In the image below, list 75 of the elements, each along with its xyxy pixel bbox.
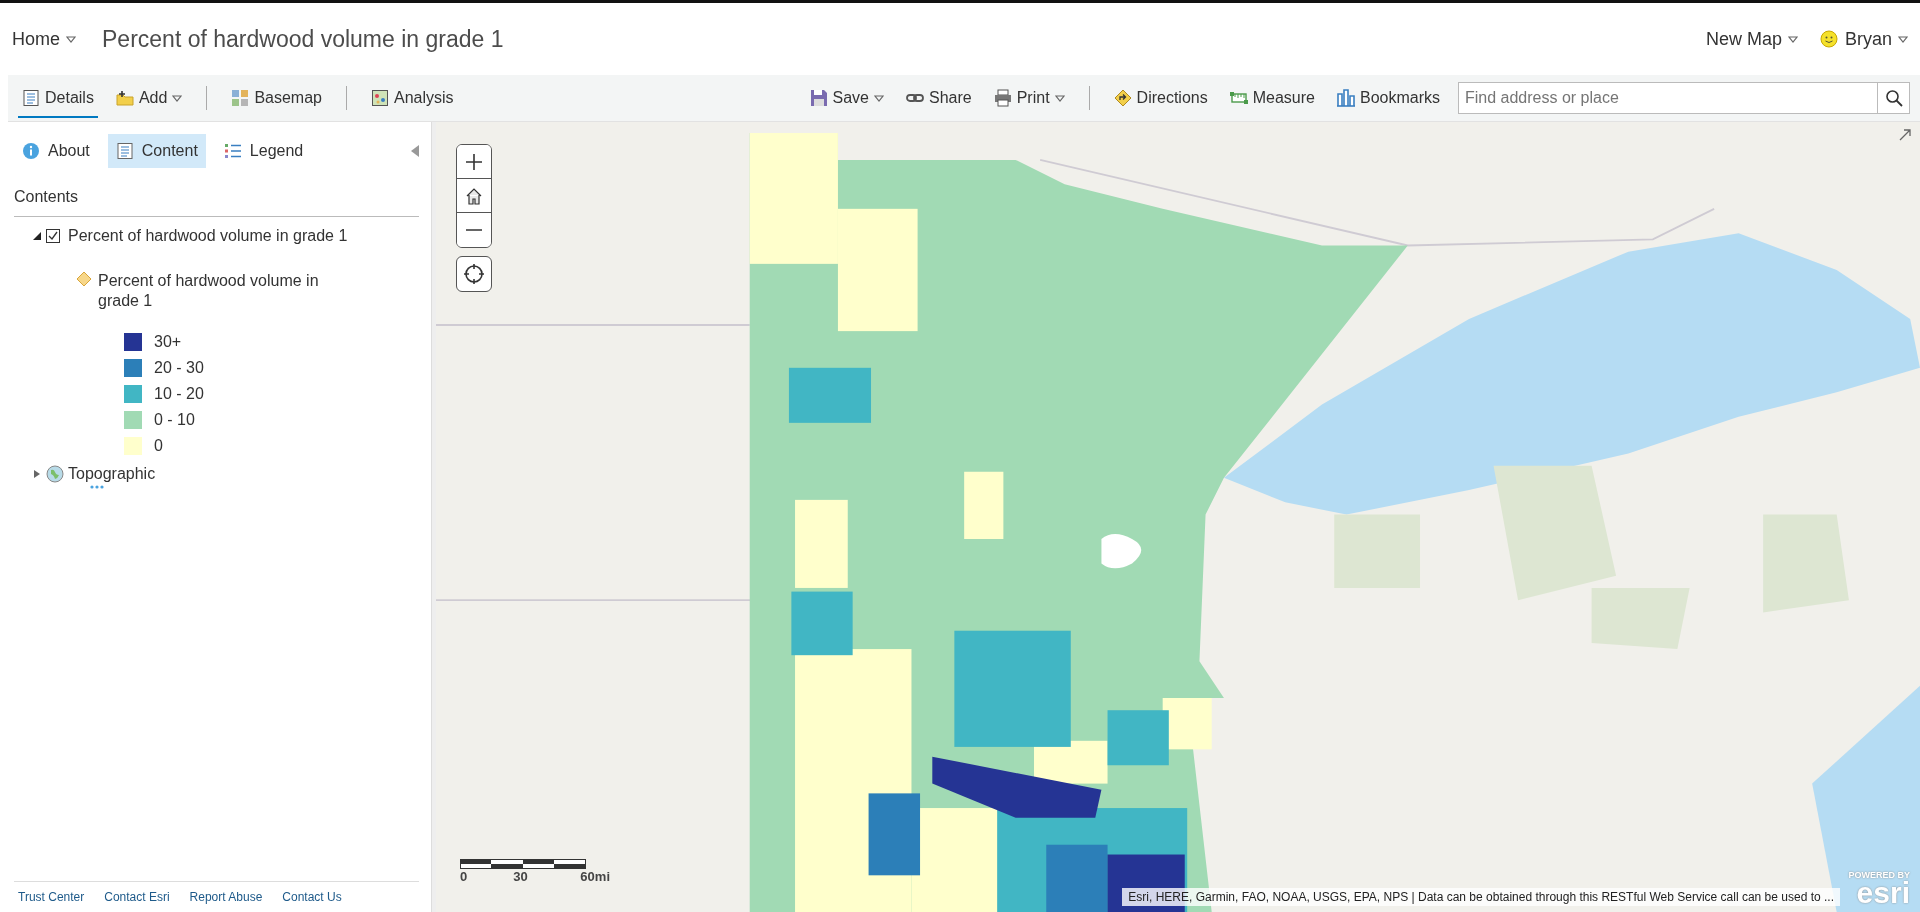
locate-button[interactable] bbox=[456, 256, 492, 292]
toolbar-button[interactable]: Save bbox=[805, 78, 888, 118]
layer-name: Percent of hardwood volume in grade 1 bbox=[68, 227, 348, 245]
save-icon bbox=[809, 89, 828, 107]
layer-name: Topographic bbox=[68, 465, 156, 483]
footer-link[interactable]: Report Abuse bbox=[189, 890, 263, 904]
search-icon bbox=[1884, 89, 1903, 107]
legend-label: 30+ bbox=[154, 333, 182, 351]
footer-link[interactable]: Contact Esri bbox=[104, 890, 170, 904]
plus-icon bbox=[465, 152, 483, 171]
toolbar-button[interactable]: Measure bbox=[1225, 78, 1319, 118]
toolbar-button[interactable]: Basemap bbox=[227, 78, 326, 118]
more-icon[interactable] bbox=[90, 485, 104, 489]
expand-icon[interactable] bbox=[1898, 128, 1912, 142]
zoom-in-button[interactable] bbox=[457, 145, 491, 179]
avatar-icon bbox=[1819, 30, 1838, 48]
caret-icon bbox=[172, 94, 183, 102]
legend-label: 0 bbox=[154, 437, 163, 455]
bookmark-icon bbox=[1336, 89, 1355, 107]
globe-icon bbox=[46, 465, 64, 483]
attribution-text: Esri, HERE, Garmin, FAO, NOAA, USGS, EPA, NPS | Data can be obtained through this RESTful Web Service call can be used to ... bbox=[1122, 888, 1840, 906]
expand-toggle[interactable] bbox=[32, 469, 42, 479]
toolbar-button[interactable]: Share bbox=[901, 78, 976, 118]
check-icon bbox=[47, 230, 59, 242]
caret-icon bbox=[873, 94, 884, 102]
details-tab[interactable]: Details bbox=[18, 78, 98, 118]
caret-icon bbox=[1787, 35, 1798, 43]
directions-icon bbox=[1113, 89, 1132, 107]
new-map-menu[interactable]: New Map bbox=[1703, 26, 1800, 52]
footer-link[interactable]: Contact Us bbox=[282, 890, 342, 904]
details-icon bbox=[22, 89, 40, 107]
document-icon bbox=[115, 142, 134, 160]
crosshair-icon bbox=[463, 263, 485, 285]
user-menu[interactable]: Bryan bbox=[1842, 26, 1910, 52]
legend-label: 0 - 10 bbox=[154, 411, 195, 429]
scale-label: 30 bbox=[513, 869, 528, 884]
caret-icon bbox=[66, 35, 76, 43]
collapse-icon[interactable] bbox=[411, 145, 419, 157]
info-icon bbox=[22, 142, 40, 160]
toolbar-button[interactable]: Add bbox=[111, 78, 187, 118]
search-field[interactable]: Find address or place bbox=[1458, 82, 1878, 114]
analysis-icon bbox=[370, 89, 389, 107]
diamond-icon bbox=[76, 271, 92, 287]
house-icon bbox=[465, 186, 483, 205]
contents-heading: Contents bbox=[14, 182, 419, 217]
ruler-icon bbox=[1229, 89, 1248, 107]
minus-icon bbox=[466, 229, 482, 231]
expand-toggle[interactable] bbox=[32, 231, 42, 241]
grid-icon bbox=[231, 89, 250, 107]
sublayer-name: Percent of hardwood volume in grade 1 bbox=[98, 271, 320, 311]
toolbar-button[interactable]: Print bbox=[989, 78, 1069, 118]
logo-tagline: POWERED BY bbox=[1848, 870, 1910, 880]
footer-link[interactable]: Trust Center bbox=[18, 890, 85, 904]
legend-label: 20 - 30 bbox=[154, 359, 204, 377]
toolbar-button[interactable]: Analysis bbox=[366, 78, 458, 118]
add-icon bbox=[115, 89, 134, 107]
layer-checkbox[interactable] bbox=[46, 229, 60, 243]
panel-tab[interactable]: Legend bbox=[215, 134, 312, 168]
panel-tab[interactable]: Content bbox=[107, 134, 206, 168]
caret-icon bbox=[1054, 94, 1065, 102]
toolbar-button[interactable]: Directions bbox=[1109, 78, 1212, 118]
toolbar-button[interactable]: Bookmarks bbox=[1332, 78, 1444, 118]
legend-label: 10 - 20 bbox=[154, 385, 204, 403]
list-icon bbox=[223, 142, 242, 160]
panel-tab[interactable]: About bbox=[14, 134, 98, 168]
caret-icon bbox=[1898, 35, 1908, 43]
map-title: Percent of hardwood volume in grade 1 bbox=[102, 25, 504, 53]
triangle-right-icon bbox=[32, 469, 42, 479]
home-menu[interactable]: Home bbox=[10, 26, 78, 52]
scale-label: 0 bbox=[460, 869, 468, 884]
scale-label: 60mi bbox=[580, 869, 610, 884]
search-button[interactable] bbox=[1878, 82, 1910, 114]
print-icon bbox=[993, 89, 1012, 107]
logo-wordmark: esri bbox=[1856, 880, 1910, 906]
triangle-down-icon bbox=[32, 231, 42, 241]
